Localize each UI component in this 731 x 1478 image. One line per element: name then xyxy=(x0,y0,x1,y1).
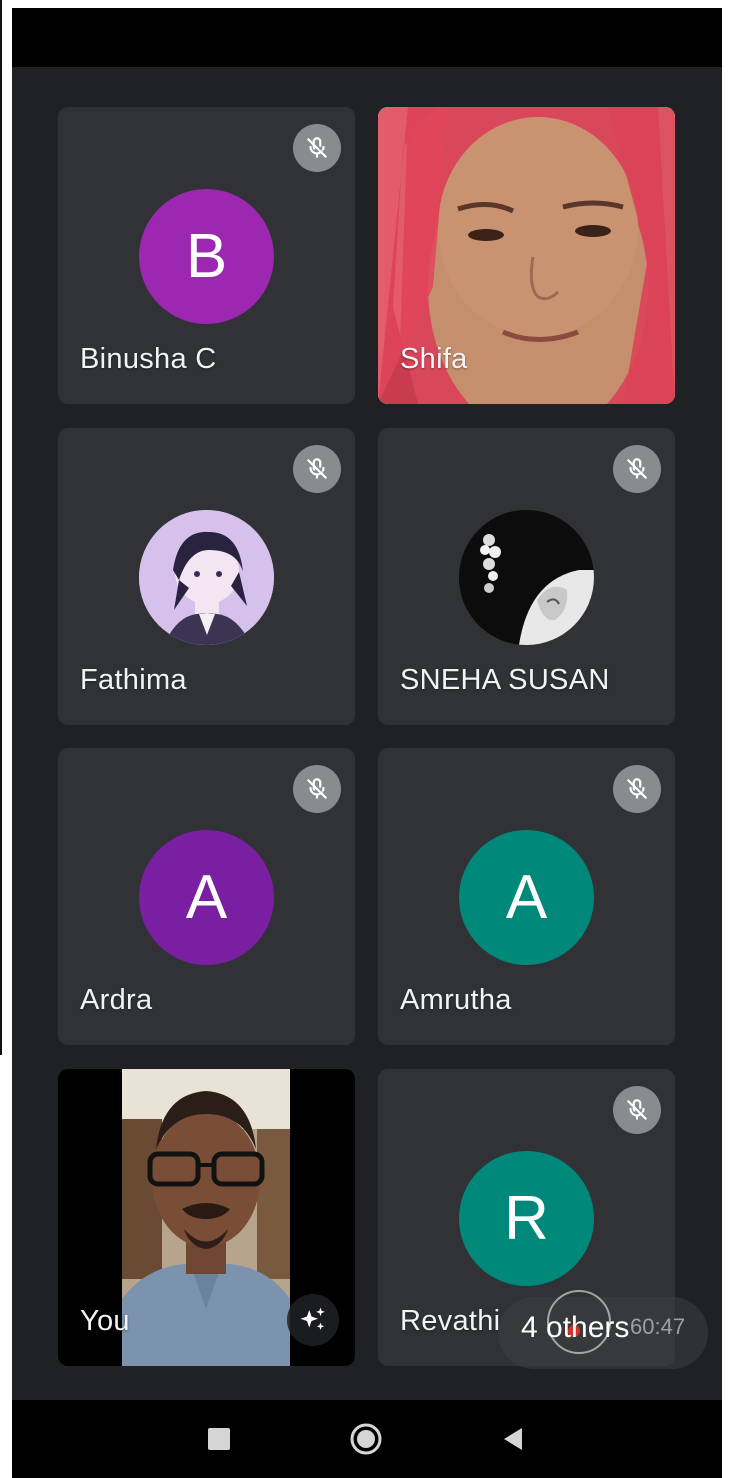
sparkle-effects-icon[interactable] xyxy=(287,1294,339,1346)
triangle-back-icon[interactable] xyxy=(494,1420,532,1458)
participant-tile-self[interactable]: You xyxy=(58,1069,355,1366)
call-timer: 60:47 xyxy=(630,1314,686,1339)
avatar xyxy=(459,510,594,645)
mic-off-icon xyxy=(613,1086,661,1134)
participant-name: Revathi xyxy=(400,1305,501,1337)
others-count-label[interactable]: 4 others xyxy=(521,1311,629,1345)
status-bar xyxy=(12,8,722,67)
participant-name: Fathima xyxy=(80,664,187,696)
avatar: R xyxy=(459,1151,594,1286)
mic-off-icon xyxy=(293,124,341,172)
participant-tile-ardra[interactable]: A Ardra xyxy=(58,748,355,1045)
avatar: A xyxy=(459,830,594,965)
participant-name: You xyxy=(80,1305,130,1337)
participant-name: Amrutha xyxy=(400,984,512,1016)
participant-tile-sneha-susan[interactable]: SNEHA SUSAN xyxy=(378,428,675,725)
circle-home-icon[interactable] xyxy=(347,1420,385,1458)
participant-tile-binusha[interactable]: B Binusha C xyxy=(58,107,355,404)
participant-name: Binusha C xyxy=(80,343,217,375)
self-video-feed xyxy=(122,1069,290,1366)
participant-name: Ardra xyxy=(80,984,153,1016)
screen-edge xyxy=(0,0,2,1055)
participant-tile-fathima[interactable]: Fathima xyxy=(58,428,355,725)
mic-off-icon xyxy=(613,765,661,813)
android-nav-bar xyxy=(12,1400,722,1478)
mic-off-icon xyxy=(293,445,341,493)
mic-off-icon xyxy=(613,445,661,493)
meet-call-screen: B Binusha C Shifa Fathima SNEHA SUSAN A … xyxy=(12,8,722,1478)
participant-tile-amrutha[interactable]: A Amrutha xyxy=(378,748,675,1045)
avatar: A xyxy=(139,830,274,965)
avatar xyxy=(139,510,274,645)
participant-name: Shifa xyxy=(400,343,468,375)
participant-tile-shifa[interactable]: Shifa xyxy=(378,107,675,404)
participant-name: SNEHA SUSAN xyxy=(400,664,610,696)
mic-off-icon xyxy=(293,765,341,813)
avatar: B xyxy=(139,189,274,324)
square-recents-icon[interactable] xyxy=(200,1420,238,1458)
